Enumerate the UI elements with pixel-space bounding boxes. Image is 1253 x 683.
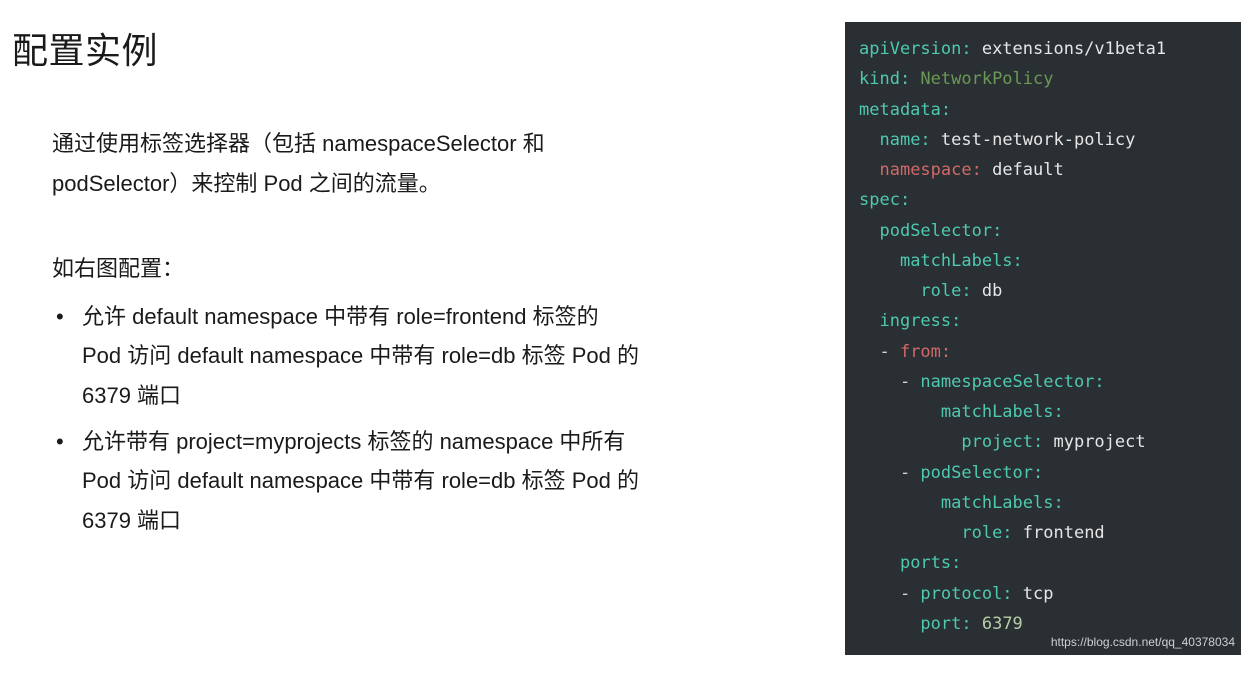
list-item: 允许 default namespace 中带有 role=frontend 标… bbox=[52, 297, 642, 416]
intro-line-2: podSelector）来控制 Pod 之间的流量。 bbox=[52, 171, 441, 196]
yaml-key: protocol: bbox=[920, 584, 1012, 604]
yaml-indent: - bbox=[859, 372, 920, 392]
yaml-indent bbox=[859, 553, 900, 573]
intro-paragraph: 通过使用标签选择器（包括 namespaceSelector 和 podSele… bbox=[52, 124, 632, 203]
yaml-value: frontend bbox=[1013, 523, 1105, 543]
code-column: apiVersion: extensions/v1beta1 kind: Net… bbox=[845, 18, 1241, 683]
yaml-value: db bbox=[972, 281, 1003, 301]
yaml-key: from: bbox=[900, 342, 951, 362]
yaml-key: podSelector: bbox=[879, 221, 1002, 241]
yaml-value: tcp bbox=[1013, 584, 1054, 604]
intro-line-1: 通过使用标签选择器（包括 namespaceSelector 和 bbox=[52, 131, 545, 156]
yaml-key: ingress: bbox=[879, 311, 961, 331]
yaml-value: default bbox=[982, 160, 1064, 180]
yaml-value: myproject bbox=[1043, 432, 1145, 452]
slide-title: 配置实例 bbox=[12, 22, 821, 74]
yaml-key: matchLabels: bbox=[900, 251, 1023, 271]
yaml-key: kind: bbox=[859, 69, 910, 89]
yaml-key: metadata: bbox=[859, 100, 951, 120]
yaml-key: namespaceSelector: bbox=[920, 372, 1104, 392]
yaml-key: matchLabels: bbox=[941, 402, 1064, 422]
yaml-key: project: bbox=[961, 432, 1043, 452]
yaml-indent: - bbox=[859, 584, 920, 604]
yaml-key: matchLabels: bbox=[941, 493, 1064, 513]
yaml-indent bbox=[859, 614, 920, 634]
yaml-indent: - bbox=[859, 342, 900, 362]
yaml-value: extensions/v1beta1 bbox=[972, 39, 1166, 59]
yaml-indent bbox=[859, 130, 879, 150]
yaml-key: name: bbox=[879, 130, 930, 150]
yaml-value: test-network-policy bbox=[931, 130, 1136, 150]
yaml-key: port: bbox=[920, 614, 971, 634]
yaml-key: podSelector: bbox=[920, 463, 1043, 483]
code-content: apiVersion: extensions/v1beta1 kind: Net… bbox=[859, 34, 1241, 639]
attribution-text: https://blog.csdn.net/qq_40378034 bbox=[1051, 632, 1235, 653]
yaml-indent bbox=[859, 493, 941, 513]
yaml-key: role: bbox=[961, 523, 1012, 543]
bullet-list: 允许 default namespace 中带有 role=frontend 标… bbox=[52, 297, 821, 541]
yaml-indent bbox=[859, 432, 961, 452]
yaml-key: ports: bbox=[900, 553, 961, 573]
list-item: 允许带有 project=myprojects 标签的 namespace 中所… bbox=[52, 422, 642, 541]
text-column: 配置实例 通过使用标签选择器（包括 namespaceSelector 和 po… bbox=[12, 18, 845, 683]
yaml-indent bbox=[859, 281, 920, 301]
yaml-key: apiVersion: bbox=[859, 39, 972, 59]
yaml-key: role: bbox=[920, 281, 971, 301]
yaml-indent bbox=[859, 221, 879, 241]
yaml-key: spec: bbox=[859, 190, 910, 210]
yaml-indent: - bbox=[859, 463, 920, 483]
yaml-value: 6379 bbox=[972, 614, 1023, 634]
yaml-value: NetworkPolicy bbox=[910, 69, 1053, 89]
yaml-key: namespace: bbox=[879, 160, 981, 180]
yaml-indent bbox=[859, 251, 900, 271]
yaml-code-block: apiVersion: extensions/v1beta1 kind: Net… bbox=[845, 22, 1241, 655]
subheading: 如右图配置： bbox=[52, 249, 821, 289]
yaml-indent bbox=[859, 402, 941, 422]
yaml-indent bbox=[859, 160, 879, 180]
yaml-indent bbox=[859, 311, 879, 331]
yaml-indent bbox=[859, 523, 961, 543]
